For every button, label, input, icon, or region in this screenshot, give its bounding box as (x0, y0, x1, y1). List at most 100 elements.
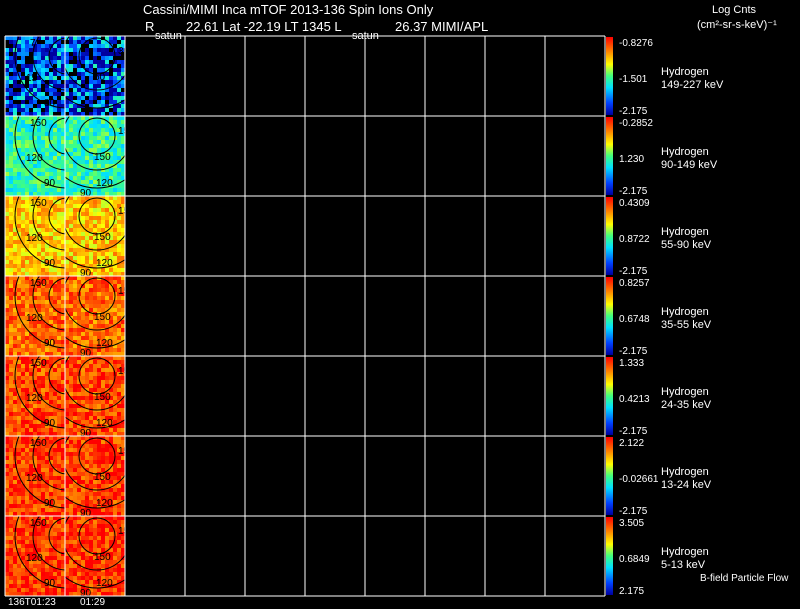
units-label: Log Cnts (712, 4, 757, 16)
position-tail: 26.37 MIMI/APL (395, 19, 489, 34)
contour-label: 150 (30, 358, 47, 369)
contour-label: 15 (118, 206, 130, 217)
colorbar-min-label: -2.175 (619, 266, 648, 277)
contour-label: 90 (44, 178, 56, 189)
species-name: Hydrogen (661, 546, 709, 558)
contour-label: 90 (44, 338, 56, 349)
colorbar-0 (606, 37, 613, 115)
contour-label: 150 (30, 198, 47, 209)
position-label-r: R (145, 19, 155, 34)
colorbar-mid-label: 0.8722 (619, 234, 650, 245)
contour-label: 150 (94, 312, 111, 323)
species-name: Hydrogen (661, 466, 709, 478)
colorbar-max-label: 1.333 (619, 358, 645, 369)
contour-label: 120 (96, 178, 113, 189)
energy-range: 5-13 keV (661, 559, 706, 571)
colorbar-min-label: -2.175 (619, 186, 648, 197)
species-name: Hydrogen (661, 146, 709, 158)
energy-range: 13-24 keV (661, 479, 712, 491)
colorbar-mid-label: 0.4213 (619, 394, 650, 405)
contour-label: 150 (94, 392, 111, 403)
contour-label: 150 (94, 152, 111, 163)
energy-range: 35-55 keV (661, 319, 712, 331)
energy-range: 149-227 keV (661, 79, 724, 91)
colorbar-mid-label: 0.6748 (619, 314, 650, 325)
saturn-label-1: satun (155, 30, 182, 42)
colorbar-max-label: 0.8257 (619, 278, 650, 289)
panel-images: 7 15 80 50 30 150 120 90 150 15 120 90 150 120 90 150 15… (5, 36, 130, 599)
contour-label: 120 (96, 578, 113, 589)
saturn-label-2: satun (352, 30, 379, 42)
time-label-start: 136T01:23 (8, 597, 56, 608)
contour-label: 150 (30, 278, 47, 289)
colorbar-1 (606, 117, 613, 195)
colorbar-min-label: 2.175 (619, 586, 645, 597)
contour-label: 120 (26, 553, 43, 564)
colorbar-min-label: -2.175 (619, 426, 648, 437)
contour-label: 15 (118, 446, 130, 457)
species-name: Hydrogen (661, 306, 709, 318)
colorbar-2 (606, 197, 613, 275)
contour-label: 120 (26, 153, 43, 164)
bfield-note: B-field Particle Flow (700, 573, 789, 584)
species-name: Hydrogen (661, 386, 709, 398)
colorbars (606, 37, 613, 595)
position-values: 22.61 Lat -22.19 LT 1345 L (186, 19, 342, 34)
panel-0-species-label: Hydrogen 149-227 keV (661, 66, 723, 92)
contour-label: 120 (26, 233, 43, 244)
contour-label: 150 (94, 552, 111, 563)
units-formula: (cm²-sr-s-keV)⁻¹ (697, 19, 777, 31)
colorbar-max-label: -0.8276 (619, 38, 653, 49)
contour-label: 90 (44, 258, 56, 269)
species-name: Hydrogen (661, 226, 709, 238)
plot-title: Cassini/MIMI Inca mTOF 2013-136 Spin Ion… (143, 2, 434, 17)
contour-label: 120 (26, 313, 43, 324)
colorbar-max-label: 3.505 (619, 518, 645, 529)
contour-label: 150 (30, 438, 47, 449)
contour-label: 50 (94, 72, 106, 83)
time-label-second: 01:29 (80, 597, 106, 608)
colorbar-4 (606, 357, 613, 435)
contour-label: 15 (118, 366, 130, 377)
contour-label: 15 (26, 73, 38, 84)
contour-label: 150 (30, 518, 47, 529)
contour-label: 90 (44, 498, 56, 509)
energy-range: 24-35 keV (661, 399, 712, 411)
contour-label: 150 (94, 472, 111, 483)
species-name: Hydrogen (661, 66, 709, 78)
contour-label: 15 (118, 126, 130, 137)
colorbar-mid-label: -0.02661 (619, 474, 659, 485)
contour-label: 150 (94, 232, 111, 243)
contour-label: 120 (96, 498, 113, 509)
panel-2-species-label: Hydrogen 55-90 keV (661, 226, 711, 252)
contour-label: 150 (30, 118, 47, 129)
colorbar-max-label: 2.122 (619, 438, 645, 449)
contour-label: 90 (44, 418, 56, 429)
colorbar-max-label: -0.2852 (619, 118, 653, 129)
contour-label: 120 (96, 418, 113, 429)
contour-label: 120 (96, 258, 113, 269)
colorbar-mid-label: 1.230 (619, 154, 645, 165)
panel-3-species-label: Hydrogen 35-55 keV (661, 306, 711, 332)
contour-label: 7 (30, 38, 36, 49)
energy-range: 90-149 keV (661, 159, 718, 171)
panel-6-species-label: Hydrogen 5-13 keV (661, 546, 709, 572)
contour-label: 15 (118, 286, 130, 297)
contour-label: 120 (26, 473, 43, 484)
contour-label: 90 (44, 578, 56, 589)
colorbar-max-label: 0.4309 (619, 198, 650, 209)
contour-label: 15 (118, 526, 130, 537)
panel-1-species-label: Hydrogen 90-149 keV (661, 146, 717, 172)
colorbar-3 (606, 277, 613, 355)
colorbar-5 (606, 437, 613, 515)
contour-label: 30 (118, 46, 130, 57)
panel-4-species-label: Hydrogen 24-35 keV (661, 386, 711, 412)
colorbar-min-label: -2.175 (619, 106, 648, 117)
colorbar-6 (606, 517, 613, 595)
colorbar-min-label: -2.175 (619, 346, 648, 357)
colorbar-mid-label: 0.6849 (619, 554, 650, 565)
energy-range: 55-90 keV (661, 239, 712, 251)
panel-5-species-label: Hydrogen 13-24 keV (661, 466, 711, 492)
contour-label: 80 (44, 98, 56, 109)
colorbar-min-label: -2.175 (619, 506, 648, 517)
